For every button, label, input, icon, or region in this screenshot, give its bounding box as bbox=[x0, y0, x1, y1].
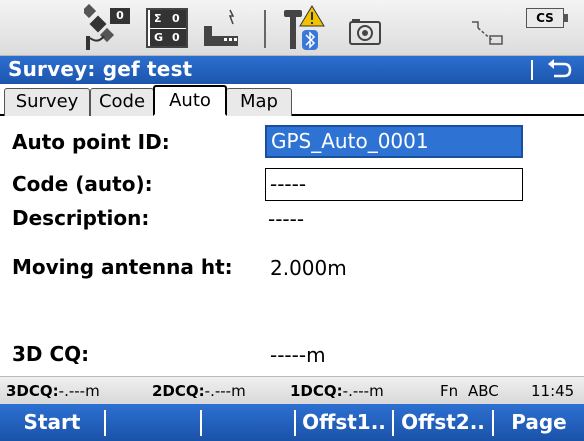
2dcq-readout: 2DCQ:-.---m bbox=[152, 382, 246, 400]
tab-map[interactable]: Map bbox=[226, 88, 292, 116]
tab-auto[interactable]: Auto bbox=[153, 85, 227, 116]
3dcq-readout: 3DCQ:-.---m bbox=[6, 382, 100, 400]
fn-indicator: Fn bbox=[440, 382, 459, 400]
description-value: ----- bbox=[268, 207, 305, 231]
sat-counts-box: Σ 0 G 0 bbox=[146, 8, 188, 48]
sigma-label: Σ bbox=[154, 12, 162, 25]
camera-icon[interactable] bbox=[348, 16, 382, 46]
back-button[interactable] bbox=[544, 58, 574, 82]
softkey-bar: Start Offst1.. Offst2.. Page bbox=[0, 404, 584, 441]
offset2-softkey[interactable]: Offst2.. bbox=[394, 404, 492, 441]
description-label: Description: bbox=[12, 206, 150, 230]
start-softkey[interactable]: Start bbox=[0, 404, 104, 441]
satellite-count-badge: 0 bbox=[110, 8, 130, 24]
line-tool-icon[interactable] bbox=[470, 18, 506, 48]
1dcq-readout: 1DCQ:-.---m bbox=[290, 382, 384, 400]
cs-label: CS bbox=[536, 11, 554, 25]
radio-rtk-icon[interactable] bbox=[200, 6, 244, 50]
auto-point-id-label: Auto point ID: bbox=[12, 130, 170, 154]
code-auto-field[interactable]: ----- bbox=[265, 168, 523, 201]
cs-badge[interactable]: CS bbox=[526, 8, 564, 28]
status-bar: 0 Σ 0 G 0 CS bbox=[0, 0, 584, 56]
title-divider bbox=[531, 60, 533, 80]
g-count: 0 bbox=[172, 31, 180, 44]
auto-point-id-field[interactable]: GPS_Auto_0001 bbox=[265, 125, 523, 158]
status-divider bbox=[264, 10, 266, 48]
moving-antenna-height-value: 2.000m bbox=[270, 256, 347, 280]
page-title: Survey: gef test bbox=[8, 57, 193, 81]
info-bar: 3DCQ:-.---m 2DCQ:-.---m 1DCQ:-.---m Fn A… bbox=[0, 376, 584, 404]
gps-antenna-warning-icon[interactable] bbox=[282, 4, 328, 54]
softkey-2[interactable] bbox=[106, 404, 200, 441]
offset1-softkey[interactable]: Offst1.. bbox=[296, 404, 392, 441]
back-arrow-icon bbox=[548, 59, 572, 78]
clock: 11:45 bbox=[531, 382, 575, 400]
g-label: G bbox=[154, 31, 164, 44]
moving-antenna-height-label: Moving antenna ht: bbox=[12, 255, 233, 279]
tab-code[interactable]: Code bbox=[90, 88, 154, 116]
code-auto-label: Code (auto): bbox=[12, 172, 153, 196]
tab-survey[interactable]: Survey bbox=[4, 88, 90, 116]
softkey-3[interactable] bbox=[202, 404, 294, 441]
page-softkey[interactable]: Page bbox=[494, 404, 584, 441]
sigma-count: 0 bbox=[172, 12, 180, 25]
title-bar: Survey: gef test bbox=[0, 56, 584, 84]
3d-cq-label: 3D CQ: bbox=[12, 342, 90, 366]
input-mode-indicator: ABC bbox=[468, 382, 499, 400]
3d-cq-value: -----m bbox=[270, 343, 326, 367]
battery-tip bbox=[564, 14, 568, 22]
